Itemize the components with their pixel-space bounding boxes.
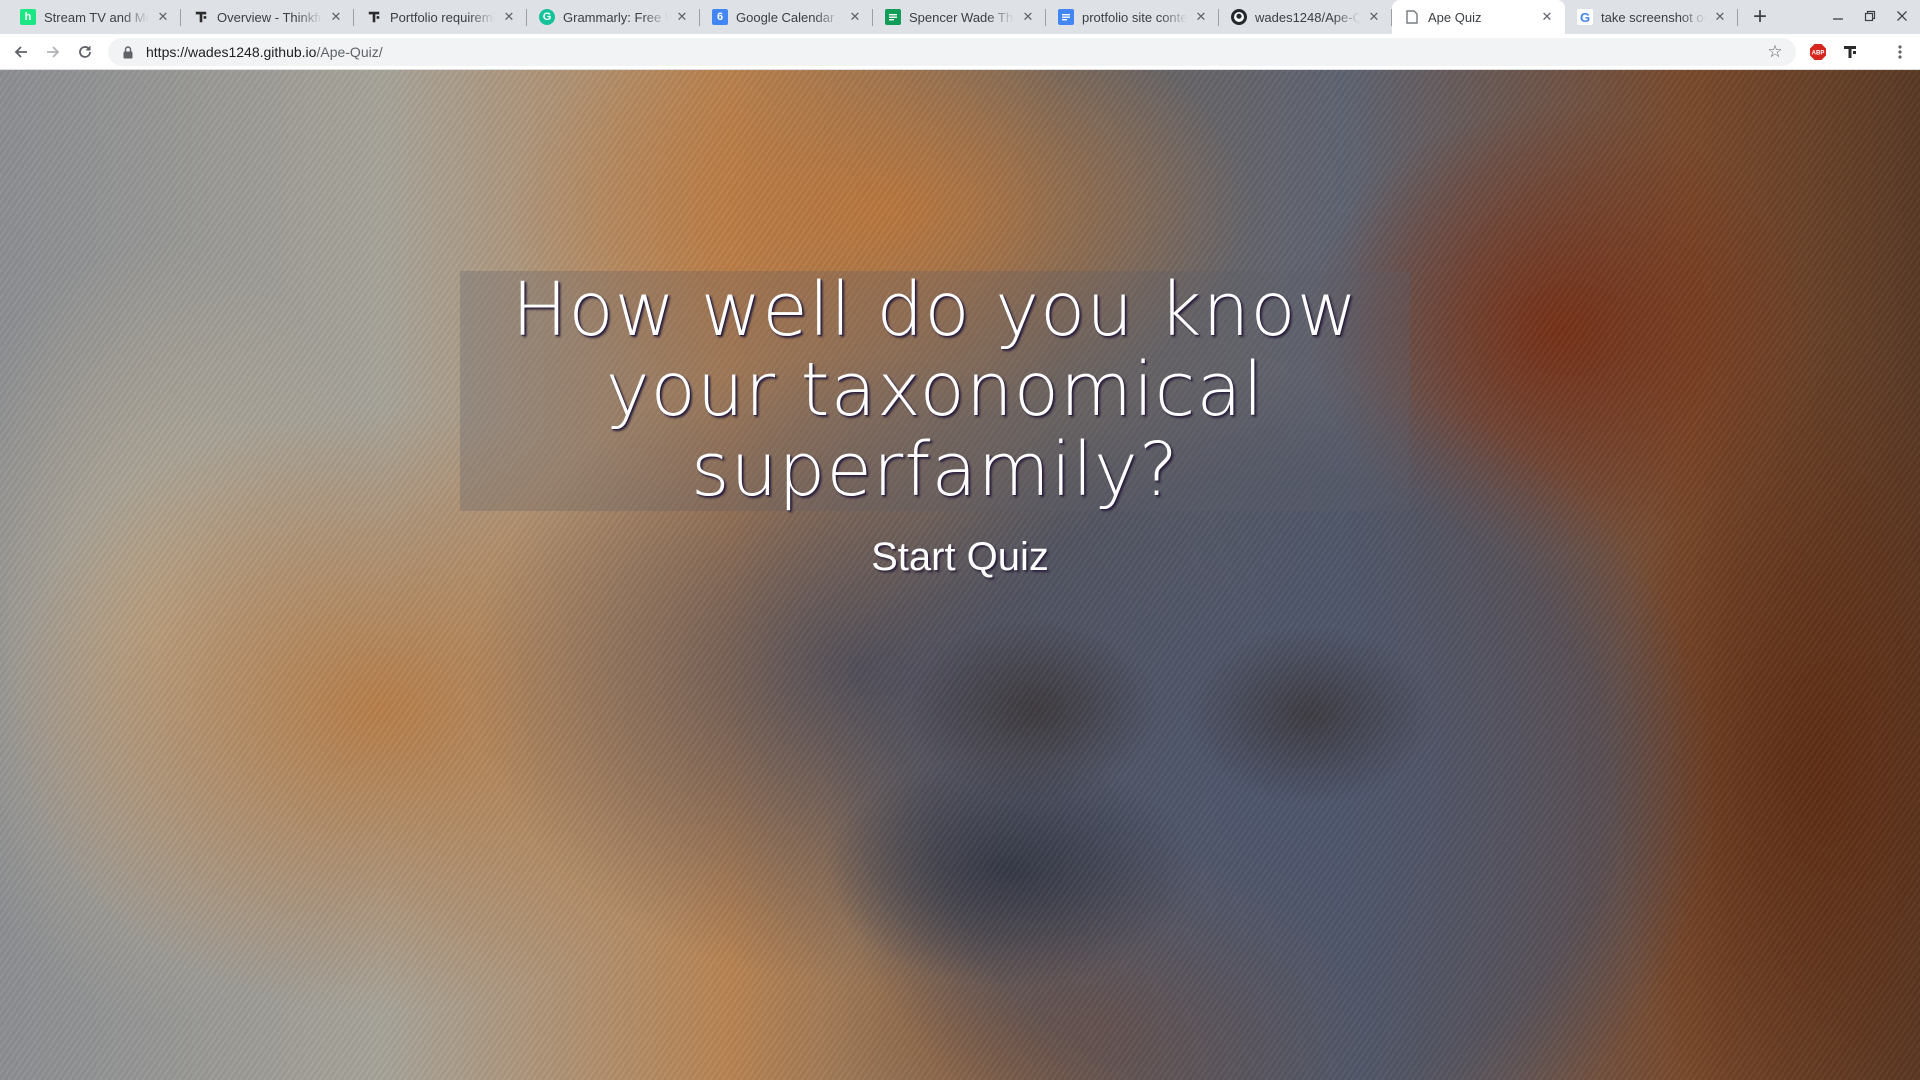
- tab-title: take screenshot on chromebook: [1601, 9, 1706, 25]
- tab-title: Spencer Wade Thinkful: [909, 9, 1014, 25]
- quiz-title: How well do you know your taxonomical su…: [511, 267, 1359, 513]
- document-icon: [1404, 9, 1420, 25]
- address-bar[interactable]: https://wades1248.github.io/Ape-Quiz/ ☆: [108, 38, 1796, 66]
- browser-tab[interactable]: Gtake screenshot on chromebook ✕: [1565, 0, 1738, 34]
- thinkful-icon: [366, 9, 382, 25]
- browser-tab[interactable]: Spencer Wade Thinkful ✕: [873, 0, 1046, 34]
- tab-title: Grammarly: Free Writing Assistant: [563, 9, 668, 25]
- hulu-icon: h: [20, 9, 36, 25]
- browser-tab[interactable]: 6 Google Calendar - Week ✕: [700, 0, 873, 34]
- tab-close-icon[interactable]: ✕: [1539, 9, 1555, 25]
- forward-button[interactable]: [39, 38, 67, 66]
- start-quiz-button[interactable]: Start Quiz: [860, 532, 1060, 582]
- reload-icon: [79, 46, 91, 58]
- google-calendar-icon: 6: [712, 9, 728, 25]
- back-button[interactable]: [7, 38, 35, 66]
- grammarly-icon: G: [539, 9, 555, 25]
- github-icon: [1231, 9, 1247, 25]
- browser-menu-button[interactable]: [1886, 38, 1914, 66]
- page-viewport: How well do you know your taxonomical su…: [0, 70, 1920, 1080]
- browser-tab[interactable]: wades1248/Ape-Quiz ✕: [1219, 0, 1392, 34]
- url-path: /Ape-Quiz/: [316, 44, 383, 60]
- google-sheets-icon: [885, 9, 901, 25]
- lock-icon[interactable]: [120, 44, 136, 60]
- new-tab-button[interactable]: +: [1746, 4, 1774, 32]
- tab-close-icon[interactable]: ✕: [674, 9, 690, 25]
- arrow-right-icon: [47, 46, 60, 58]
- google-icon: G: [1577, 9, 1593, 25]
- tab-close-icon[interactable]: ✕: [328, 9, 344, 25]
- minimize-icon: [1833, 18, 1843, 20]
- tab-close-icon[interactable]: ✕: [155, 9, 171, 25]
- tab-close-icon[interactable]: ✕: [1020, 9, 1036, 25]
- url-host: https://wades1248.github.io: [146, 44, 317, 60]
- browser-toolbar: https://wades1248.github.io/Ape-Quiz/ ☆ …: [0, 34, 1920, 70]
- tab-title: wades1248/Ape-Quiz: [1255, 9, 1360, 25]
- adblock-plus-icon[interactable]: ABP: [1808, 42, 1828, 62]
- tab-title: Overview - Thinkful: [217, 9, 322, 25]
- svg-text:ABP: ABP: [1812, 51, 1825, 57]
- tab-close-icon[interactable]: ✕: [501, 9, 517, 25]
- arrow-left-icon: [14, 46, 27, 58]
- browser-tab[interactable]: Overview - Thinkful ✕: [181, 0, 354, 34]
- close-icon: [1897, 11, 1907, 21]
- tab-title: Stream TV and Movies Live and Online | H…: [44, 9, 149, 25]
- reload-button[interactable]: [71, 38, 99, 66]
- tab-close-icon[interactable]: ✕: [847, 9, 863, 25]
- google-docs-icon: [1058, 9, 1074, 25]
- close-window-button[interactable]: [1884, 4, 1920, 30]
- tab-title: Portfolio requirements: [390, 9, 495, 25]
- thinkful-extension-icon[interactable]: [1840, 42, 1860, 62]
- tab-strip: h Stream TV and Movies Live and Online | …: [0, 0, 1920, 34]
- bookmark-star-icon[interactable]: ☆: [1766, 43, 1784, 61]
- minimize-window-button[interactable]: [1820, 4, 1856, 30]
- tab-title: Google Calendar - Week: [736, 9, 841, 25]
- tab-close-icon[interactable]: ✕: [1712, 9, 1728, 25]
- restore-window-button[interactable]: [1852, 4, 1888, 30]
- browser-tab[interactable]: Ape Quiz ✕: [1392, 0, 1565, 34]
- thinkful-icon: [193, 9, 209, 25]
- url-text[interactable]: https://wades1248.github.io/Ape-Quiz/: [146, 44, 383, 60]
- browser-tab[interactable]: Portfolio requirements ✕: [354, 0, 527, 34]
- tab-close-icon[interactable]: ✕: [1193, 9, 1209, 25]
- tab-title: protfolio site content: [1082, 9, 1187, 25]
- restore-icon: [1864, 10, 1876, 22]
- tab-close-icon[interactable]: ✕: [1366, 9, 1382, 25]
- browser-tab[interactable]: protfolio site content ✕: [1046, 0, 1219, 34]
- browser-tab[interactable]: G Grammarly: Free Writing Assistant ✕: [527, 0, 700, 34]
- tab-separator: [1737, 9, 1738, 26]
- tab-title: Ape Quiz: [1428, 9, 1482, 25]
- browser-tab[interactable]: h Stream TV and Movies Live and Online | …: [8, 0, 181, 34]
- more-vertical-icon: [1898, 45, 1902, 59]
